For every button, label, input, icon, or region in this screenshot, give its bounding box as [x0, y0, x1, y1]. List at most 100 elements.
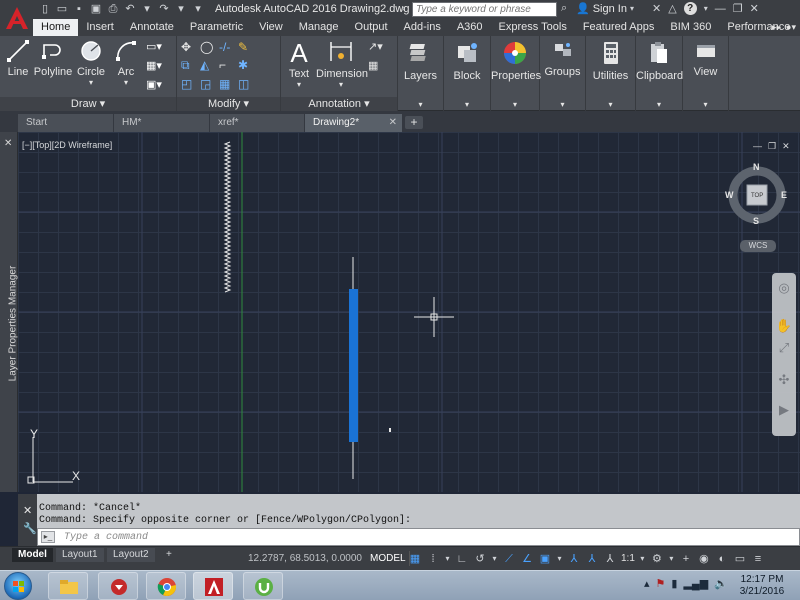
object-snap-tracking-icon[interactable]: ∠: [520, 552, 534, 566]
showmotion-icon[interactable]: ▶: [775, 401, 793, 419]
command-customize-wrench-icon[interactable]: 🔧: [23, 522, 37, 535]
copy-icon[interactable]: ⧉: [181, 58, 200, 73]
wcs-menu[interactable]: WCS: [740, 240, 776, 252]
help-dropdown-icon[interactable]: ▾: [704, 4, 708, 13]
tray-volume-icon[interactable]: 🔈: [714, 577, 728, 590]
text-button[interactable]: A Text ▾: [281, 38, 317, 89]
panel-properties[interactable]: Properties ▾: [491, 36, 541, 111]
polar-tracking-icon[interactable]: ↺: [473, 552, 487, 566]
compass-west[interactable]: W: [725, 190, 734, 200]
rectangle-icon[interactable]: ▭▾: [146, 40, 162, 53]
draw-panel-title[interactable]: Draw ▾: [0, 97, 176, 111]
saveas-icon[interactable]: ▣: [89, 2, 103, 16]
viewcube[interactable]: N S W E TOP: [725, 162, 787, 226]
layout-tab-layout2[interactable]: Layout2: [107, 548, 155, 562]
customization-menu-icon[interactable]: ≡: [751, 552, 765, 566]
layout-tab-layout1[interactable]: Layout1: [56, 548, 104, 562]
command-prompt-icon[interactable]: ▸_: [41, 531, 55, 543]
dimension-button[interactable]: Dimension ▾: [316, 38, 368, 89]
open-icon[interactable]: ▭: [55, 2, 69, 16]
move-icon[interactable]: ✥: [181, 40, 200, 54]
rotate-icon[interactable]: ◯: [200, 40, 219, 54]
command-close-icon[interactable]: ✕: [23, 504, 32, 517]
polar-dropdown-icon[interactable]: ▾: [491, 552, 498, 566]
close-tab-icon[interactable]: ✕: [389, 114, 397, 132]
tab-annotate[interactable]: Annotate: [122, 19, 182, 36]
scale-icon[interactable]: ◲: [200, 77, 219, 91]
panel-groups[interactable]: Groups ▾: [540, 36, 586, 111]
new-drawing-tab-button[interactable]: +: [405, 116, 423, 129]
object-snap-icon[interactable]: ▣: [538, 552, 552, 566]
customize-qat-icon[interactable]: ▾: [191, 2, 205, 16]
snap-dropdown-icon[interactable]: ▾: [444, 552, 451, 566]
tab-featured-apps[interactable]: Featured Apps: [575, 19, 663, 36]
zoom-extents-icon[interactable]: ⤢: [775, 339, 793, 357]
exchange-apps-icon[interactable]: ✕: [652, 2, 661, 15]
compass-north[interactable]: N: [753, 162, 760, 172]
palette-close-icon[interactable]: ✕: [4, 138, 12, 149]
layout-tab-model[interactable]: Model: [12, 548, 53, 562]
layers-dropdown-icon[interactable]: ▾: [398, 100, 443, 109]
layer-properties-manager-label[interactable]: Layer Properties Manager: [8, 249, 19, 399]
trim-icon[interactable]: -/-: [219, 40, 238, 54]
restore-icon[interactable]: ❐: [733, 2, 743, 15]
mirror-icon[interactable]: ◭: [200, 58, 219, 73]
panel-view[interactable]: View ▾: [683, 36, 729, 111]
tab-add-ins[interactable]: Add-ins: [396, 19, 449, 36]
cursor-coordinates[interactable]: 12.2787, 68.5013, 0.0000: [248, 553, 362, 564]
properties-dropdown-icon[interactable]: ▾: [491, 100, 539, 109]
tab-express-tools[interactable]: Express Tools: [491, 19, 575, 36]
taskbar-clock[interactable]: 12:17 PM 3/21/2016: [732, 574, 792, 598]
hatch-icon[interactable]: ▦▾: [146, 59, 162, 72]
tray-network-warning-icon[interactable]: ⚑: [656, 577, 666, 590]
clipboard-dropdown-icon[interactable]: ▾: [636, 100, 682, 109]
grid-toggle-icon[interactable]: ▦: [408, 552, 422, 566]
tray-expand-icon[interactable]: ▴: [644, 577, 650, 590]
line-button[interactable]: Line: [0, 38, 36, 78]
annotation-scale-label[interactable]: 1:1: [621, 553, 635, 564]
offset-icon[interactable]: ◫: [238, 77, 257, 91]
tab-insert[interactable]: Insert: [78, 19, 122, 36]
circle-button[interactable]: Circle ▾: [72, 38, 110, 87]
pan-hand-icon[interactable]: ✋: [775, 317, 793, 335]
view-dropdown-icon[interactable]: ▾: [683, 100, 728, 109]
panel-layers[interactable]: Layers ▾: [398, 36, 444, 111]
region-icon[interactable]: ▣▾: [146, 78, 162, 91]
annotation-monitor-plus-icon[interactable]: +: [679, 552, 693, 566]
search-expand-icon[interactable]: ›: [402, 3, 405, 13]
isometric-drafting-icon[interactable]: ⟋: [502, 552, 516, 566]
tab-output[interactable]: Output: [347, 19, 396, 36]
tab-a360[interactable]: A360: [449, 19, 491, 36]
doc-tab-xref[interactable]: xref*: [210, 114, 304, 132]
viewport-controls-label[interactable]: [−][Top][2D Wireframe]: [22, 140, 112, 150]
panel-clipboard[interactable]: Clipboard ▾: [636, 36, 683, 111]
more-tabs-icon[interactable]: ▸▸: [772, 22, 781, 33]
osnap-dropdown-icon[interactable]: ▾: [556, 552, 563, 566]
close-icon[interactable]: ✕: [750, 2, 759, 15]
array-icon[interactable]: ▦: [219, 77, 238, 91]
erase-icon[interactable]: ✎: [238, 40, 257, 54]
viewcube-top-face[interactable]: TOP: [751, 193, 763, 199]
search-input[interactable]: [412, 2, 557, 17]
clean-screen-icon[interactable]: ▭: [733, 552, 747, 566]
compass-east[interactable]: E: [781, 190, 787, 200]
taskbar-autocad[interactable]: [193, 572, 233, 600]
groups-dropdown-icon[interactable]: ▾: [540, 100, 585, 109]
panel-utilities[interactable]: Utilities ▾: [586, 36, 636, 111]
workspace-dropdown-icon[interactable]: ▾: [668, 552, 675, 566]
polyline-button[interactable]: Polyline: [33, 38, 73, 78]
tab-view[interactable]: View: [251, 19, 291, 36]
text-dropdown-icon[interactable]: ▾: [281, 80, 317, 89]
annotation-panel-title[interactable]: Annotation ▾: [281, 97, 397, 111]
isolate-objects-icon[interactable]: ◉: [697, 552, 711, 566]
new-icon[interactable]: ▯: [38, 2, 52, 16]
auto-scale-icon[interactable]: ⅄: [585, 552, 599, 566]
save-icon[interactable]: ▪: [72, 2, 86, 16]
panel-block[interactable]: Block ▾: [444, 36, 491, 111]
taskbar-file-explorer[interactable]: [48, 572, 88, 600]
plot-icon[interactable]: ⎙: [106, 2, 120, 16]
start-button[interactable]: [4, 572, 32, 600]
full-navigation-wheel-icon[interactable]: ◎: [775, 279, 793, 297]
tab-manage[interactable]: Manage: [291, 19, 347, 36]
explode-icon[interactable]: ✱: [238, 58, 257, 73]
